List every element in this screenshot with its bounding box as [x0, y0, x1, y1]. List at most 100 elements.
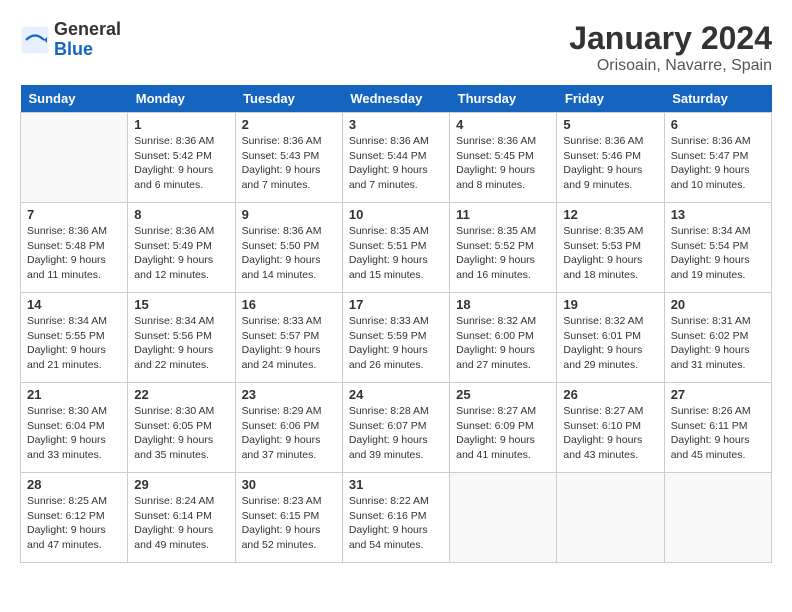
day-info: Sunrise: 8:36 AMSunset: 5:42 PMDaylight:…: [134, 134, 228, 193]
calendar-subtitle: Orisoain, Navarre, Spain: [569, 57, 772, 75]
calendar-cell: 12Sunrise: 8:35 AMSunset: 5:53 PMDayligh…: [557, 203, 664, 293]
day-number: 10: [349, 207, 443, 222]
day-info: Sunrise: 8:32 AMSunset: 6:00 PMDaylight:…: [456, 314, 550, 373]
day-info: Sunrise: 8:34 AMSunset: 5:55 PMDaylight:…: [27, 314, 121, 373]
day-number: 8: [134, 207, 228, 222]
week-row-5: 28Sunrise: 8:25 AMSunset: 6:12 PMDayligh…: [21, 473, 772, 563]
day-info: Sunrise: 8:36 AMSunset: 5:44 PMDaylight:…: [349, 134, 443, 193]
day-number: 18: [456, 297, 550, 312]
week-row-2: 7 Sunrise: 8:36 AMSunset: 5:48 PMDaylight…: [21, 203, 772, 293]
day-number: 25: [456, 387, 550, 402]
logo-general: General: [54, 20, 121, 40]
calendar-cell: 9 Sunrise: 8:36 AMSunset: 5:50 PMDaylight…: [235, 203, 342, 293]
calendar-cell: [664, 473, 771, 563]
calendar-cell: 25 Sunrise: 8:27 AMSunset: 6:09 PMDayligh…: [450, 383, 557, 473]
calendar-cell: 24Sunrise: 8:28 AMSunset: 6:07 PMDayligh…: [342, 383, 449, 473]
day-number: 24: [349, 387, 443, 402]
calendar-cell: 30 Sunrise: 8:23 AMSunset: 6:15 PMDayligh…: [235, 473, 342, 563]
calendar-cell: 23 Sunrise: 8:29 AMSunset: 6:06 PMDayligh…: [235, 383, 342, 473]
day-number: 14: [27, 297, 121, 312]
column-header-tuesday: Tuesday: [235, 85, 342, 113]
column-header-wednesday: Wednesday: [342, 85, 449, 113]
logo-text: General Blue: [54, 20, 121, 60]
day-info: Sunrise: 8:36 AMSunset: 5:50 PMDaylight:…: [242, 224, 336, 283]
day-number: 31: [349, 477, 443, 492]
calendar-cell: 29 Sunrise: 8:24 AMSunset: 6:14 PMDayligh…: [128, 473, 235, 563]
day-info: Sunrise: 8:36 AMSunset: 5:48 PMDaylight:…: [27, 224, 121, 283]
day-info: Sunrise: 8:36 AMSunset: 5:45 PMDaylight:…: [456, 134, 550, 193]
day-number: 13: [671, 207, 765, 222]
calendar-cell: 22Sunrise: 8:30 AMSunset: 6:05 PMDayligh…: [128, 383, 235, 473]
day-number: 17: [349, 297, 443, 312]
day-info: Sunrise: 8:29 AMSunset: 6:06 PMDaylight:…: [242, 404, 336, 463]
day-number: 29: [134, 477, 228, 492]
day-info: Sunrise: 8:36 AMSunset: 5:47 PMDaylight:…: [671, 134, 765, 193]
day-info: Sunrise: 8:22 AMSunset: 6:16 PMDaylight:…: [349, 494, 443, 553]
day-info: Sunrise: 8:32 AMSunset: 6:01 PMDaylight:…: [563, 314, 657, 373]
calendar-cell: 10 Sunrise: 8:35 AMSunset: 5:51 PMDayligh…: [342, 203, 449, 293]
calendar-cell: 18 Sunrise: 8:32 AMSunset: 6:00 PMDayligh…: [450, 293, 557, 383]
column-header-friday: Friday: [557, 85, 664, 113]
day-number: 30: [242, 477, 336, 492]
day-number: 21: [27, 387, 121, 402]
day-info: Sunrise: 8:33 AMSunset: 5:59 PMDaylight:…: [349, 314, 443, 373]
calendar-cell: 6 Sunrise: 8:36 AMSunset: 5:47 PMDaylight…: [664, 113, 771, 203]
page-header: General Blue January 2024 Orisoain, Nava…: [20, 20, 772, 75]
calendar-cell: 31 Sunrise: 8:22 AMSunset: 6:16 PMDayligh…: [342, 473, 449, 563]
calendar-cell: 21 Sunrise: 8:30 AMSunset: 6:04 PMDayligh…: [21, 383, 128, 473]
day-number: 9: [242, 207, 336, 222]
day-number: 1: [134, 117, 228, 132]
day-info: Sunrise: 8:36 AMSunset: 5:43 PMDaylight:…: [242, 134, 336, 193]
day-number: 27: [671, 387, 765, 402]
day-info: Sunrise: 8:34 AMSunset: 5:54 PMDaylight:…: [671, 224, 765, 283]
calendar-cell: [557, 473, 664, 563]
week-row-1: 1 Sunrise: 8:36 AMSunset: 5:42 PMDaylight…: [21, 113, 772, 203]
calendar-cell: 7 Sunrise: 8:36 AMSunset: 5:48 PMDaylight…: [21, 203, 128, 293]
day-number: 15: [134, 297, 228, 312]
title-area: January 2024 Orisoain, Navarre, Spain: [569, 20, 772, 75]
calendar-cell: 15 Sunrise: 8:34 AMSunset: 5:56 PMDayligh…: [128, 293, 235, 383]
day-info: Sunrise: 8:35 AMSunset: 5:51 PMDaylight:…: [349, 224, 443, 283]
day-info: Sunrise: 8:30 AMSunset: 6:05 PMDaylight:…: [134, 404, 228, 463]
day-info: Sunrise: 8:23 AMSunset: 6:15 PMDaylight:…: [242, 494, 336, 553]
calendar-cell: 3 Sunrise: 8:36 AMSunset: 5:44 PMDaylight…: [342, 113, 449, 203]
calendar-cell: [450, 473, 557, 563]
day-info: Sunrise: 8:35 AMSunset: 5:53 PMDaylight:…: [563, 224, 657, 283]
day-number: 23: [242, 387, 336, 402]
day-number: 2: [242, 117, 336, 132]
calendar-cell: 20 Sunrise: 8:31 AMSunset: 6:02 PMDayligh…: [664, 293, 771, 383]
calendar-cell: 17 Sunrise: 8:33 AMSunset: 5:59 PMDayligh…: [342, 293, 449, 383]
column-header-monday: Monday: [128, 85, 235, 113]
day-info: Sunrise: 8:34 AMSunset: 5:56 PMDaylight:…: [134, 314, 228, 373]
day-info: Sunrise: 8:26 AMSunset: 6:11 PMDaylight:…: [671, 404, 765, 463]
day-info: Sunrise: 8:24 AMSunset: 6:14 PMDaylight:…: [134, 494, 228, 553]
day-info: Sunrise: 8:35 AMSunset: 5:52 PMDaylight:…: [456, 224, 550, 283]
day-info: Sunrise: 8:27 AMSunset: 6:09 PMDaylight:…: [456, 404, 550, 463]
day-info: Sunrise: 8:31 AMSunset: 6:02 PMDaylight:…: [671, 314, 765, 373]
day-info: Sunrise: 8:30 AMSunset: 6:04 PMDaylight:…: [27, 404, 121, 463]
day-number: 16: [242, 297, 336, 312]
day-info: Sunrise: 8:36 AMSunset: 5:49 PMDaylight:…: [134, 224, 228, 283]
day-number: 6: [671, 117, 765, 132]
calendar-cell: 13 Sunrise: 8:34 AMSunset: 5:54 PMDayligh…: [664, 203, 771, 293]
calendar-cell: 16 Sunrise: 8:33 AMSunset: 5:57 PMDayligh…: [235, 293, 342, 383]
calendar-cell: 2 Sunrise: 8:36 AMSunset: 5:43 PMDaylight…: [235, 113, 342, 203]
calendar-cell: 11Sunrise: 8:35 AMSunset: 5:52 PMDayligh…: [450, 203, 557, 293]
day-number: 7: [27, 207, 121, 222]
column-header-thursday: Thursday: [450, 85, 557, 113]
day-number: 3: [349, 117, 443, 132]
day-number: 20: [671, 297, 765, 312]
day-info: Sunrise: 8:33 AMSunset: 5:57 PMDaylight:…: [242, 314, 336, 373]
calendar-cell: 14 Sunrise: 8:34 AMSunset: 5:55 PMDayligh…: [21, 293, 128, 383]
calendar-cell: 5Sunrise: 8:36 AMSunset: 5:46 PMDaylight…: [557, 113, 664, 203]
logo: General Blue: [20, 20, 121, 60]
day-number: 26: [563, 387, 657, 402]
calendar-body: 1 Sunrise: 8:36 AMSunset: 5:42 PMDaylight…: [21, 113, 772, 563]
day-info: Sunrise: 8:36 AMSunset: 5:46 PMDaylight:…: [563, 134, 657, 193]
week-row-3: 14 Sunrise: 8:34 AMSunset: 5:55 PMDayligh…: [21, 293, 772, 383]
calendar-cell: 19 Sunrise: 8:32 AMSunset: 6:01 PMDayligh…: [557, 293, 664, 383]
calendar-cell: 1 Sunrise: 8:36 AMSunset: 5:42 PMDaylight…: [128, 113, 235, 203]
calendar-cell: 8 Sunrise: 8:36 AMSunset: 5:49 PMDaylight…: [128, 203, 235, 293]
day-number: 19: [563, 297, 657, 312]
calendar-header-row: SundayMondayTuesdayWednesdayThursdayFrid…: [21, 85, 772, 113]
